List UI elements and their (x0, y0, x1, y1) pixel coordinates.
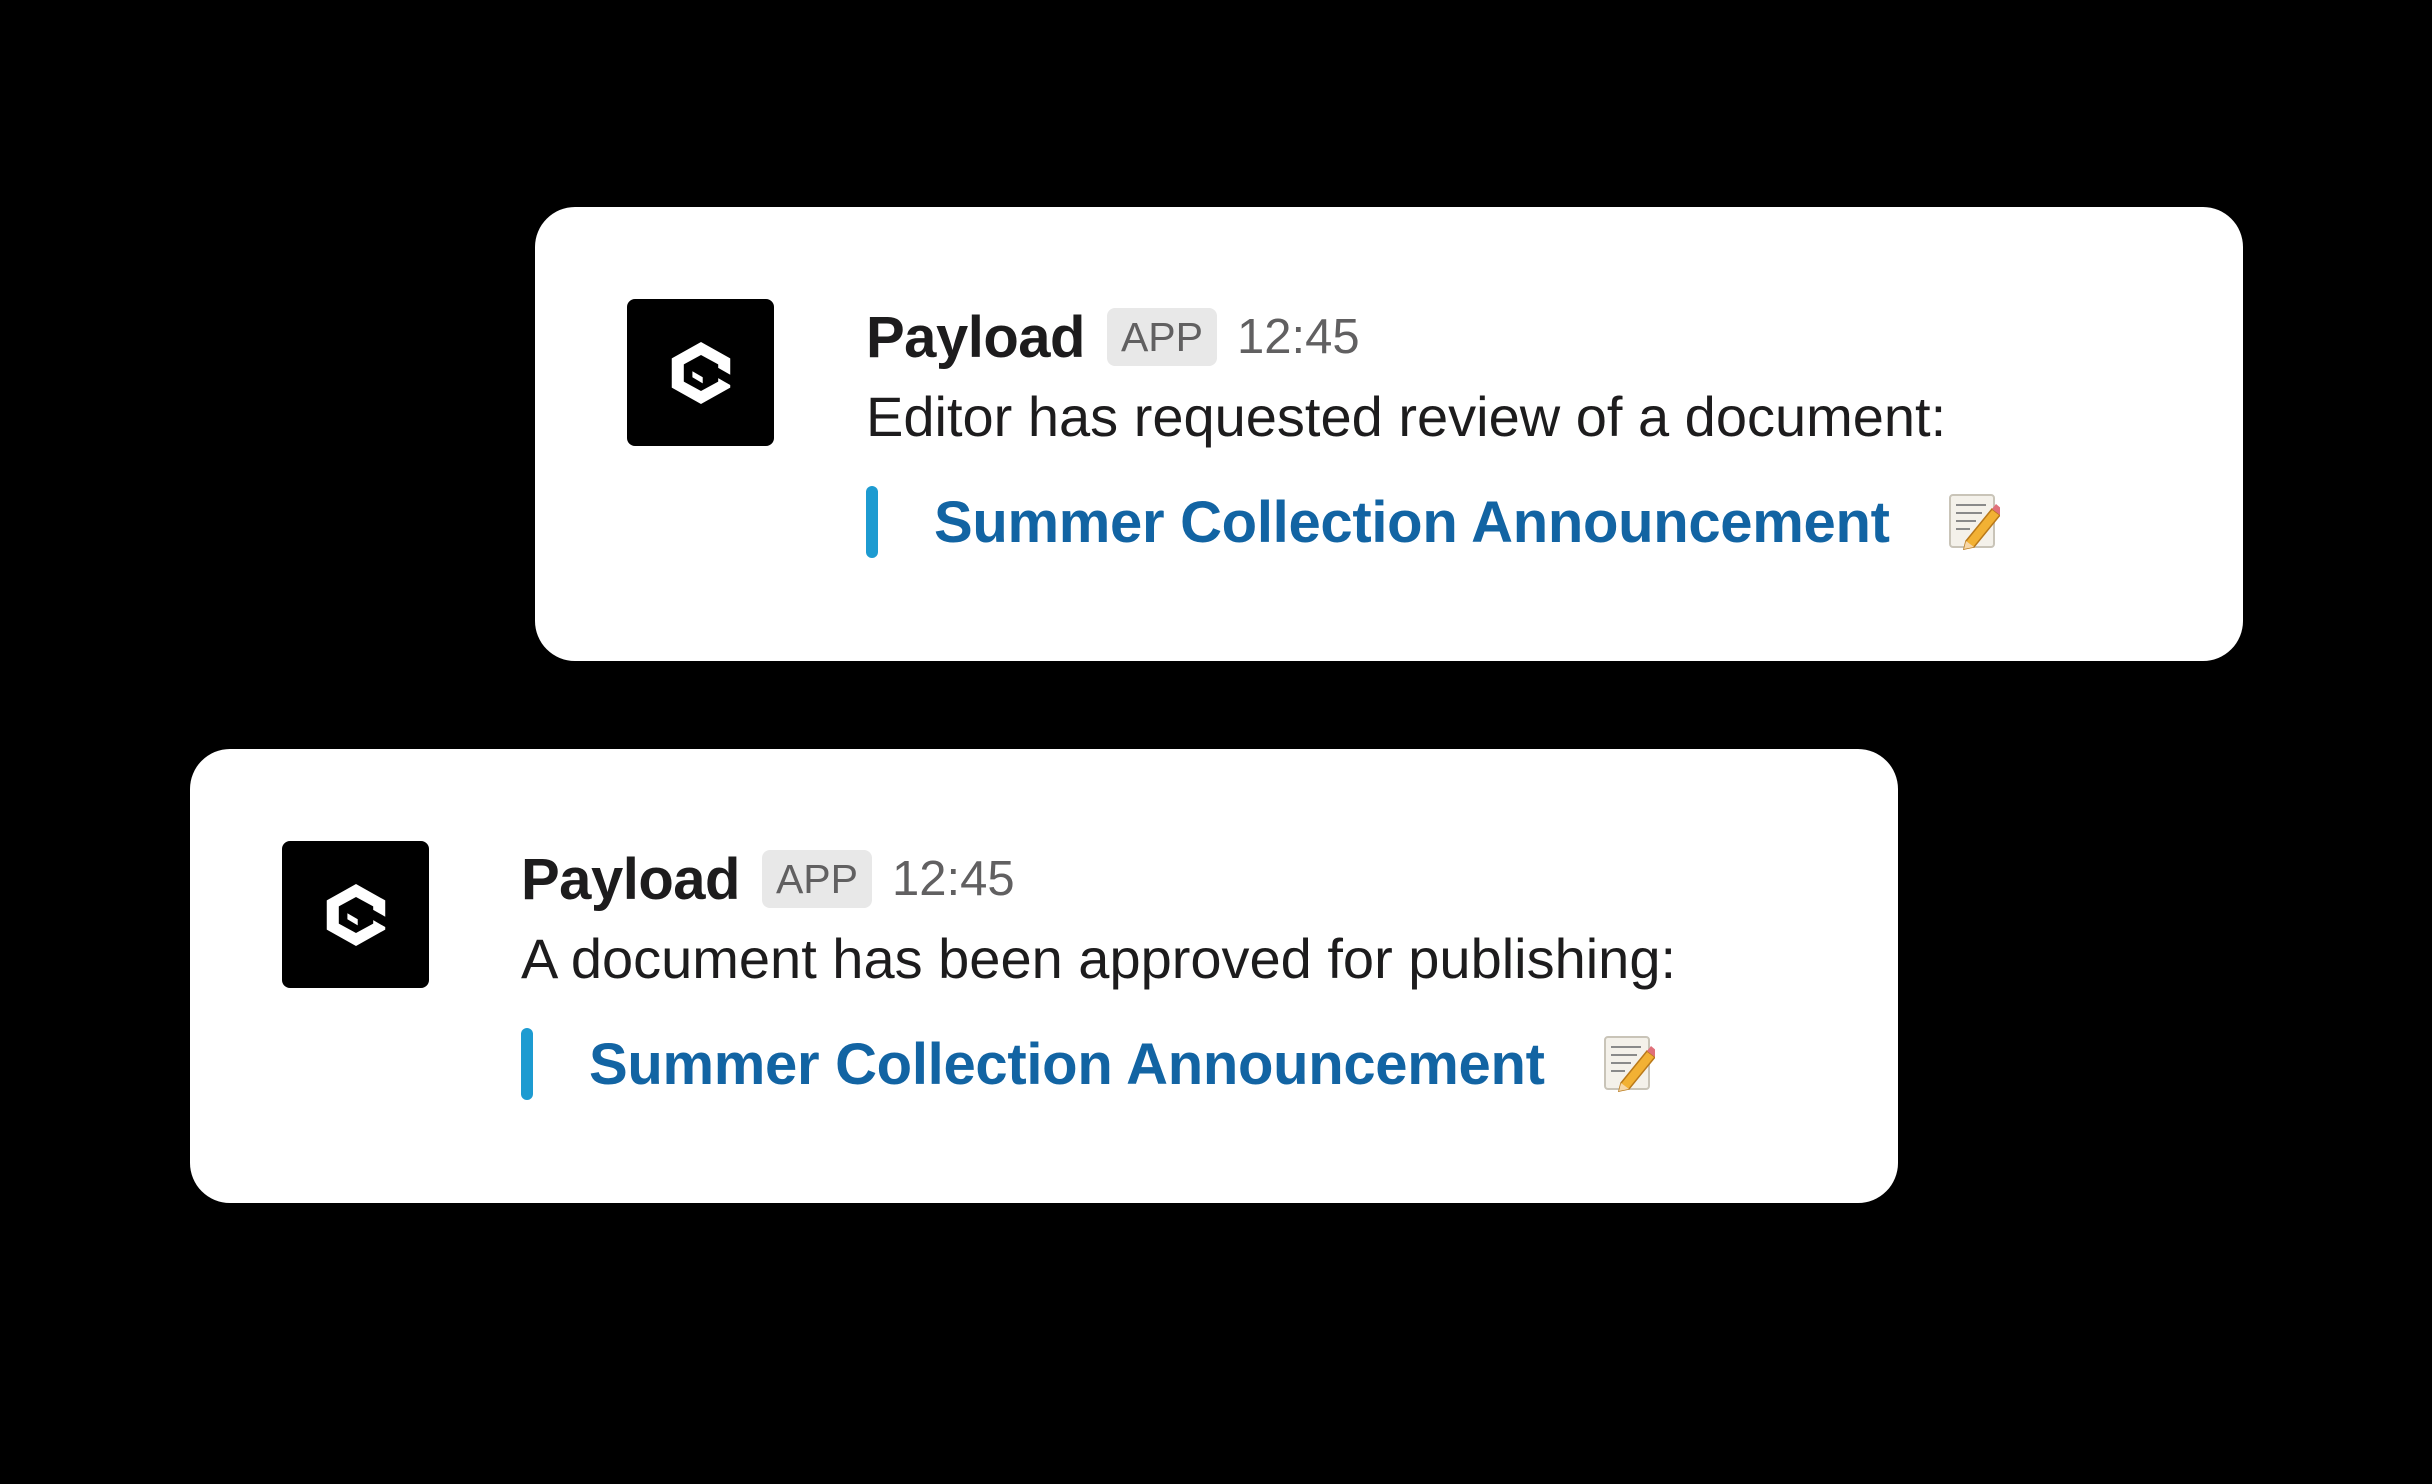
payload-logo-icon[interactable] (282, 841, 429, 988)
app-badge: APP (1106, 308, 1217, 366)
message-text: A document has been approved for publish… (521, 927, 1677, 990)
memo-icon (1946, 493, 2000, 551)
quote-bar (866, 486, 878, 558)
sender-name[interactable]: Payload (866, 304, 1085, 371)
attachment: Summer Collection Announcement (866, 486, 2203, 558)
timestamp[interactable]: 12:45 (1237, 309, 1360, 365)
payload-logo-icon[interactable] (627, 299, 774, 446)
quote-bar (521, 1028, 533, 1100)
attachment: Summer Collection Announcement (521, 1028, 1858, 1100)
document-link[interactable]: Summer Collection Announcement (934, 489, 1890, 556)
message-card[interactable]: Payload APP 12:45 A document has been ap… (190, 749, 1898, 1203)
timestamp[interactable]: 12:45 (892, 851, 1015, 907)
message-text: Editor has requested review of a documen… (866, 385, 1947, 448)
app-badge: APP (761, 850, 872, 908)
document-link[interactable]: Summer Collection Announcement (589, 1031, 1545, 1098)
memo-icon (1601, 1035, 1655, 1093)
sender-name[interactable]: Payload (521, 846, 740, 913)
message-card[interactable]: Payload APP 12:45 Editor has requested r… (535, 207, 2243, 661)
